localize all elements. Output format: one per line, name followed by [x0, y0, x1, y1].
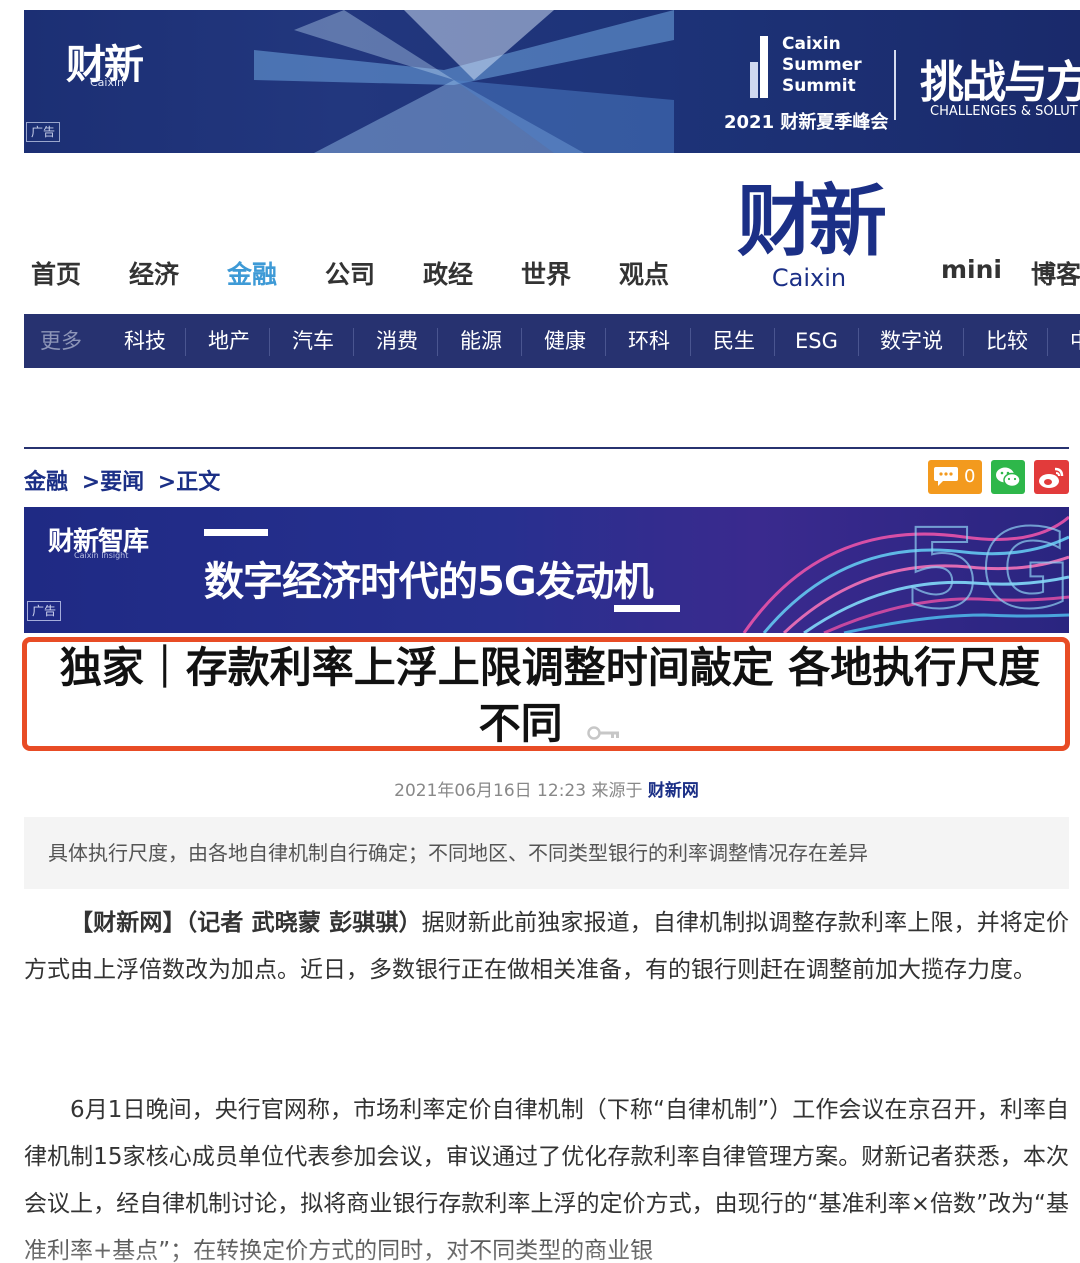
sub-nav-esg[interactable]: ESG — [795, 314, 838, 368]
key-icon — [587, 699, 621, 755]
sub-nav-divider — [1047, 328, 1048, 356]
sub-nav-divider — [605, 328, 606, 356]
title-line-2: 不同 — [478, 699, 563, 748]
ad-label: 广告 — [27, 601, 61, 621]
summit-cn-title: 2021 财新夏季峰会 — [724, 112, 889, 133]
sub-nav-divider — [963, 328, 964, 356]
mid-ad-banner[interactable]: 5G 财新智库 Caixin Insight 数字经济时代的5G发动机 广告 — [24, 507, 1069, 633]
source-link[interactable]: 财新网 — [648, 781, 699, 801]
nav-item-companies[interactable]: 公司 — [325, 255, 375, 291]
nav-item-mini[interactable]: mini — [941, 255, 1002, 284]
sub-nav-environment[interactable]: 环科 — [628, 314, 670, 368]
sub-nav-auto[interactable]: 汽车 — [292, 314, 334, 368]
bottom-fade — [0, 1215, 1080, 1263]
sub-nav-tech[interactable]: 科技 — [124, 314, 166, 368]
caixin-logo-sub: Caixin — [90, 76, 125, 89]
article-summary: 具体执行尺度，由各地自律机制自行确定；不同地区、不同类型银行的利率调整情况存在差… — [24, 817, 1069, 889]
sub-nav-more[interactable]: 更多 — [40, 314, 82, 368]
ad-headline-en: CHALLENGES & SOLUT — [930, 104, 1078, 119]
wechat-share-button[interactable] — [991, 460, 1025, 494]
article-paragraph-1: 【财新网】（记者 武晓蒙 彭骐骐）据财新此前独家报道，自律机制拟调整存款利率上限… — [24, 900, 1069, 994]
nav-item-blog[interactable]: 博客 — [1031, 255, 1080, 291]
sub-nav-divider — [858, 328, 859, 356]
nav-item-home[interactable]: 首页 — [31, 255, 81, 291]
ad-label: 广告 — [26, 122, 60, 142]
breadcrumb-sub[interactable]: >要闻 — [82, 470, 144, 495]
sub-nav-data[interactable]: 数字说 — [880, 314, 943, 368]
sub-nav-realestate[interactable]: 地产 — [208, 314, 250, 368]
source-prefix: 来源于 — [591, 781, 643, 801]
sub-nav-divider — [353, 328, 354, 356]
article-meta: 2021年06月16日 12:23 来源于 财新网 — [0, 776, 1080, 801]
nav-item-politics[interactable]: 政经 — [423, 255, 473, 291]
sub-nav-next[interactable]: 中 — [1070, 314, 1080, 368]
comment-button[interactable]: 0 — [928, 460, 982, 494]
ad-accent-bar — [614, 605, 680, 612]
nav-item-finance[interactable]: 金融 — [227, 255, 277, 291]
sub-nav-compare[interactable]: 比较 — [986, 314, 1028, 368]
sub-nav-divider — [437, 328, 438, 356]
nav-item-opinion[interactable]: 观点 — [619, 255, 669, 291]
comment-icon — [934, 467, 958, 486]
wechat-icon — [996, 467, 1021, 488]
weibo-share-button[interactable] — [1034, 460, 1069, 494]
weibo-icon — [1039, 467, 1064, 488]
title-line-1: 独家｜存款利率上浮上限调整时间敲定 各地执行尺度 — [59, 643, 1041, 692]
summit-title: Caixin Summer Summit — [782, 34, 862, 96]
ad-headline: 数字经济时代的5G发动机 — [204, 559, 654, 605]
publish-datetime: 2021年06月16日 12:23 — [394, 781, 587, 801]
5g-art: 5G — [742, 507, 1069, 633]
5g-art-text: 5G — [904, 507, 1069, 633]
sub-nav-divider — [774, 328, 775, 356]
caixin-insight-sub: Caixin Insight — [74, 551, 129, 560]
sub-nav-health[interactable]: 健康 — [544, 314, 586, 368]
section-rule — [24, 447, 1069, 449]
ad-headline: 挑战与方 — [920, 57, 1080, 108]
breadcrumb-page: >正文 — [157, 470, 221, 495]
ad-accent-bar — [204, 529, 268, 536]
decorative-rays — [254, 10, 674, 153]
article-title: 独家｜存款利率上浮上限调整时间敲定 各地执行尺度 不同 — [30, 640, 1070, 755]
brand-cn: 财新 — [736, 177, 887, 267]
summit-icon — [750, 36, 768, 98]
sub-nav: 更多 科技 地产 汽车 消费 能源 健康 环科 民生 ESG 数字说 比较 中 — [24, 314, 1080, 368]
caixin-brand-logo[interactable]: 财新 Caixin — [724, 178, 894, 292]
sub-nav-divider — [690, 328, 691, 356]
sub-nav-energy[interactable]: 能源 — [460, 314, 502, 368]
sub-nav-divider — [521, 328, 522, 356]
sub-nav-livelihood[interactable]: 民生 — [713, 314, 755, 368]
sub-nav-consumer[interactable]: 消费 — [376, 314, 418, 368]
ad-divider — [894, 50, 896, 120]
main-nav: 首页 经济 金融 公司 政经 世界 观点 mini 博客 — [0, 255, 1080, 295]
comment-count: 0 — [964, 466, 976, 487]
nav-item-economy[interactable]: 经济 — [129, 255, 179, 291]
brand-en: Caixin — [771, 264, 847, 292]
paragraph-lead: 【财新网】（记者 武晓蒙 彭骐骐） — [70, 910, 422, 936]
breadcrumb-section[interactable]: 金融 — [24, 470, 68, 495]
nav-item-world[interactable]: 世界 — [521, 255, 571, 291]
top-ad-banner[interactable]: 财新 Caixin 广告 Caixin Summer Summit 2021 财… — [24, 10, 1080, 153]
sub-nav-divider — [269, 328, 270, 356]
breadcrumb: 金融 >要闻 >正文 — [24, 464, 226, 496]
sub-nav-divider — [185, 328, 186, 356]
